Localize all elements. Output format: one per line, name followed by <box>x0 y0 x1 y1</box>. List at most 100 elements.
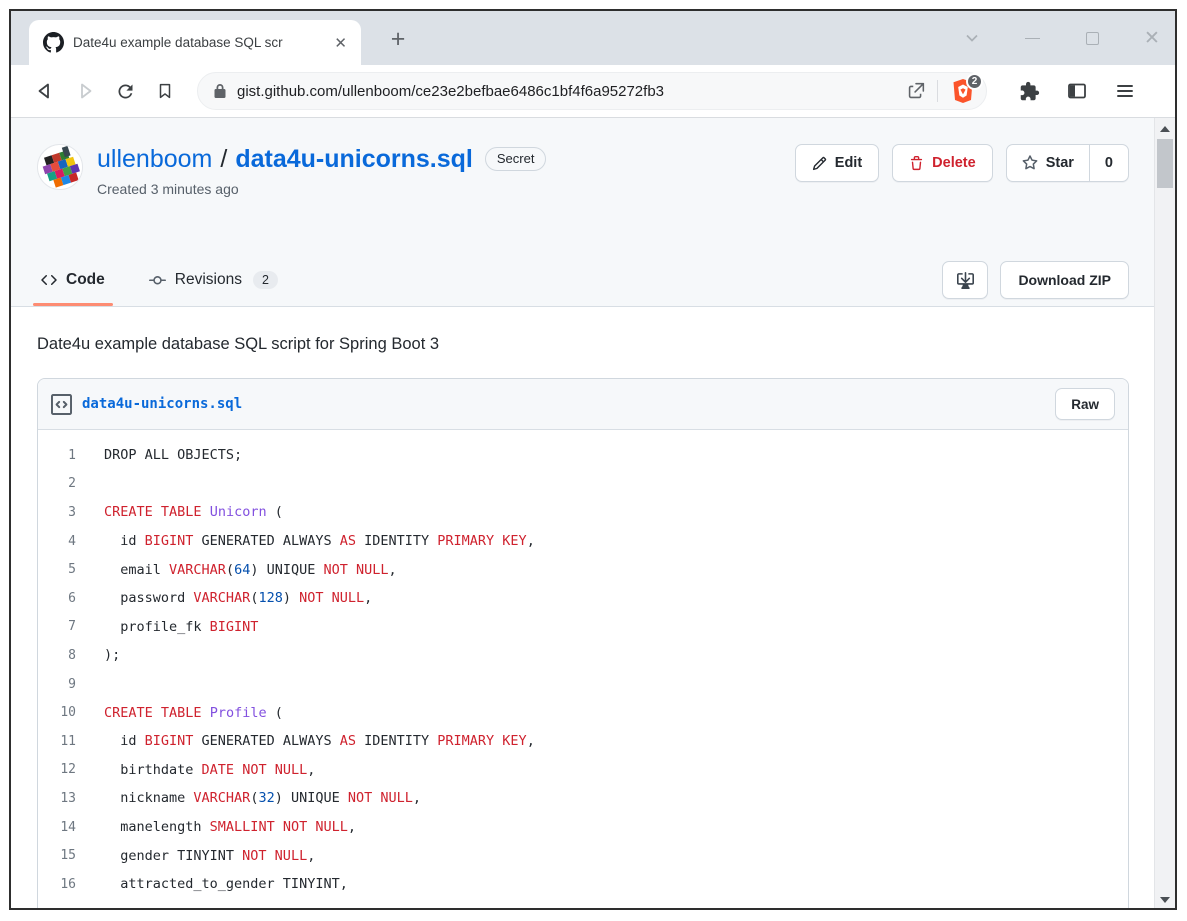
revisions-count-badge: 2 <box>252 271 278 289</box>
browser-tab[interactable]: Date4u example database SQL scr ✕ <box>29 20 361 65</box>
code-line: 2 <box>38 470 1128 499</box>
code-line: 10 CREATE TABLE Profile ( <box>38 698 1128 727</box>
code-text: profile_fk BIGINT <box>104 618 259 635</box>
page-scrollbar[interactable] <box>1154 118 1175 908</box>
code-line: 6 password VARCHAR(128) NOT NULL, <box>38 584 1128 613</box>
tab-title: Date4u example database SQL scr <box>73 35 283 50</box>
file-box: data4u-unicorns.sql Raw 1 DROP ALL OBJECT… <box>37 378 1129 908</box>
tab-code[interactable]: Code <box>33 254 113 306</box>
edit-button[interactable]: Edit <box>794 144 880 182</box>
reload-icon[interactable] <box>105 73 145 109</box>
code-text: nickname VARCHAR(32) UNIQUE NOT NULL, <box>104 790 422 807</box>
code-line: 12 birthdate DATE NOT NULL, <box>38 756 1128 785</box>
delete-button-label: Delete <box>932 155 976 171</box>
title-separator: / <box>220 145 228 173</box>
code-text: CREATE TABLE Profile ( <box>104 704 283 721</box>
code-text: manelength SMALLINT NOT NULL, <box>104 819 357 836</box>
star-button-label: Star <box>1045 155 1074 171</box>
code-line: 8); <box>38 641 1128 670</box>
maximize-icon[interactable] <box>1083 29 1101 47</box>
line-number: 4 <box>68 533 76 549</box>
line-number: 7 <box>68 619 76 635</box>
line-number: 12 <box>60 762 76 778</box>
new-tab-button[interactable]: + <box>383 24 413 54</box>
sidebar-icon[interactable] <box>1057 73 1097 109</box>
tab-revisions[interactable]: Revisions 2 <box>145 254 282 306</box>
embed-download-button[interactable] <box>942 261 989 299</box>
menu-icon[interactable] <box>1105 73 1145 109</box>
browser-window: Date4u example database SQL scr ✕ + ✕ gi… <box>9 9 1177 910</box>
share-icon[interactable] <box>905 80 927 102</box>
scrollbar-thumb[interactable] <box>1157 139 1173 188</box>
lock-icon <box>213 83 227 99</box>
minimize-icon[interactable] <box>1023 29 1041 47</box>
code-line: 3 CREATE TABLE Unicorn ( <box>38 498 1128 527</box>
line-number: 8 <box>68 647 76 663</box>
code-line: 4 id BIGINT GENERATED ALWAYS AS IDENTITY… <box>38 527 1128 556</box>
line-number: 9 <box>68 676 76 692</box>
avatar[interactable] <box>37 144 83 190</box>
line-number: 6 <box>68 590 76 606</box>
line-number: 10 <box>60 705 76 721</box>
line-number: 3 <box>68 504 76 520</box>
line-number: 14 <box>60 819 76 835</box>
download-zip-label: Download ZIP <box>1018 272 1111 288</box>
url-text: gist.github.com/ullenboom/ce23e2befbae64… <box>237 82 665 100</box>
line-number: 11 <box>60 733 76 749</box>
shield-badge: 2 <box>966 73 983 90</box>
code-icon <box>41 272 57 288</box>
code-line: 1 DROP ALL OBJECTS; <box>38 441 1128 470</box>
trash-icon <box>909 155 924 171</box>
desktop-download-icon <box>956 271 974 289</box>
code-text: email VARCHAR(64) UNIQUE NOT NULL, <box>104 561 397 578</box>
gist-description: Date4u example database SQL script for S… <box>37 335 440 353</box>
code-text: gender TINYINT NOT NULL, <box>104 847 316 864</box>
code-line: 13 nickname VARCHAR(32) UNIQUE NOT NULL, <box>38 784 1128 813</box>
star-icon <box>1022 155 1038 171</box>
raw-button[interactable]: Raw <box>1055 388 1115 420</box>
code-text: attracted_to_gender TINYINT, <box>104 876 348 893</box>
code-line: 14 manelength SMALLINT NOT NULL, <box>38 813 1128 842</box>
download-zip-button[interactable]: Download ZIP <box>1000 261 1129 299</box>
scroll-up-icon[interactable] <box>1155 120 1175 137</box>
file-name-link[interactable]: data4u-unicorns.sql <box>82 396 242 412</box>
bookmark-icon[interactable] <box>145 73 185 109</box>
page-title: ullenboom / data4u-unicorns.sql Secret <box>97 144 547 174</box>
address-bar[interactable]: gist.github.com/ullenboom/ce23e2befbae64… <box>197 72 987 110</box>
raw-button-label: Raw <box>1071 396 1099 412</box>
code-line: 7 profile_fk BIGINT <box>38 613 1128 642</box>
brave-shield-icon[interactable]: 2 <box>948 73 983 106</box>
gist-header: ullenboom / data4u-unicorns.sql Secret C… <box>11 118 1154 307</box>
star-button[interactable]: Star <box>1007 145 1089 181</box>
code-lines: 1 DROP ALL OBJECTS; 2 3 CREATE TABLE Unicorn… <box>38 430 1128 908</box>
code-line: 11 id BIGINT GENERATED ALWAYS AS IDENTIT… <box>38 727 1128 756</box>
gist-file-link[interactable]: data4u-unicorns.sql <box>235 144 473 174</box>
tab-revisions-label: Revisions <box>174 271 242 288</box>
code-text: ); <box>104 647 121 664</box>
tab-search-chevron-icon[interactable] <box>963 29 981 47</box>
line-number: 2 <box>68 476 76 492</box>
code-text: password VARCHAR(128) NOT NULL, <box>104 590 373 607</box>
gist-page: ullenboom / data4u-unicorns.sql Secret C… <box>11 118 1175 908</box>
code-text: id BIGINT GENERATED ALWAYS AS IDENTITY P… <box>104 733 535 750</box>
code-text: birthdate DATE NOT NULL, <box>104 761 316 778</box>
scroll-down-icon[interactable] <box>1155 891 1175 908</box>
star-count[interactable]: 0 <box>1088 145 1128 181</box>
code-line: 16 attracted_to_gender TINYINT, <box>38 870 1128 899</box>
code-line: 9 <box>38 670 1128 699</box>
file-header: data4u-unicorns.sql Raw <box>38 379 1128 430</box>
extensions-icon[interactable] <box>1009 73 1049 109</box>
tab-code-label: Code <box>66 271 105 288</box>
close-window-icon[interactable]: ✕ <box>1143 29 1161 48</box>
forward-icon[interactable] <box>65 73 105 109</box>
owner-link[interactable]: ullenboom <box>97 144 212 174</box>
back-icon[interactable] <box>25 73 65 109</box>
divider <box>937 80 938 102</box>
close-tab-icon[interactable]: ✕ <box>330 34 351 52</box>
delete-button[interactable]: Delete <box>892 144 993 182</box>
github-logo-icon <box>43 32 64 53</box>
line-number: 16 <box>60 876 76 892</box>
code-text: id BIGINT GENERATED ALWAYS AS IDENTITY P… <box>104 533 535 550</box>
line-number: 1 <box>68 447 76 463</box>
code-line: 5 email VARCHAR(64) UNIQUE NOT NULL, <box>38 555 1128 584</box>
